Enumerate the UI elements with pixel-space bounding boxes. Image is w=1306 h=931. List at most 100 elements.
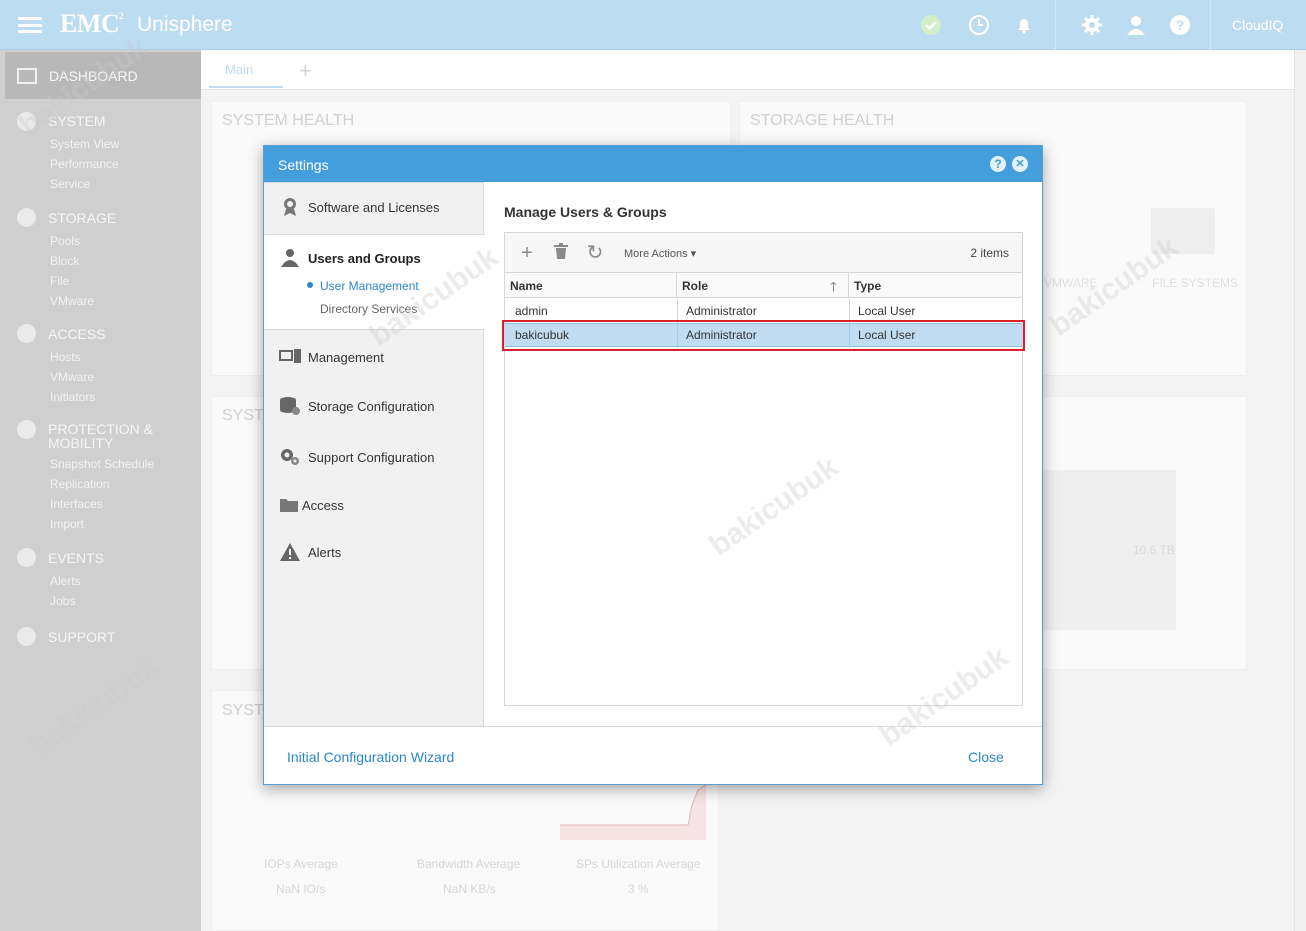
tab-main[interactable]: Main bbox=[209, 50, 283, 88]
column-header-role[interactable]: Role bbox=[677, 273, 849, 298]
settings-nav-storage-configuration[interactable]: Storage Configuration bbox=[264, 391, 484, 421]
column-header-type[interactable]: Type bbox=[849, 273, 1022, 298]
warning-triangle-icon bbox=[279, 542, 301, 562]
top-bar: EMC2 Unisphere ? CloudIQ bbox=[0, 0, 1306, 50]
settings-nav-alerts[interactable]: Alerts bbox=[264, 537, 484, 567]
user-icon[interactable] bbox=[1123, 12, 1149, 38]
brand-logo: EMC2 bbox=[60, 9, 124, 38]
sidebar-item-snapshot-schedule[interactable]: Snapshot Schedule bbox=[50, 457, 154, 471]
cell-role: Administrator bbox=[686, 328, 757, 342]
sidebar-group-support[interactable]: SUPPORT bbox=[48, 630, 115, 644]
protection-shield-icon bbox=[17, 420, 36, 439]
table-row-selected[interactable]: bakicubuk Administrator Local User bbox=[505, 323, 1022, 348]
management-monitor-icon bbox=[279, 347, 301, 367]
sidebar-item-block[interactable]: Block bbox=[50, 254, 79, 268]
settings-nav: Software and Licenses Users and Groups U… bbox=[264, 182, 485, 726]
add-user-icon[interactable]: + bbox=[517, 243, 537, 263]
sidebar-item-initiators[interactable]: Initiators bbox=[50, 390, 95, 404]
iops-average-value: NaN IO/s bbox=[276, 882, 326, 896]
sidebar-item-service[interactable]: Service bbox=[50, 177, 90, 191]
health-check-icon[interactable] bbox=[918, 12, 944, 38]
tab-bar: Main + bbox=[201, 50, 1294, 90]
folder-icon bbox=[278, 495, 300, 515]
sidebar-item-replication[interactable]: Replication bbox=[50, 477, 109, 491]
access-icon bbox=[17, 324, 36, 343]
sidebar-item-vmware-access[interactable]: VMware bbox=[50, 370, 94, 384]
cell-role: Administrator bbox=[686, 304, 757, 318]
settings-nav-management[interactable]: Management bbox=[264, 342, 484, 372]
sidebar-item-interfaces[interactable]: Interfaces bbox=[50, 497, 103, 511]
cell-type: Local User bbox=[858, 328, 916, 342]
sidebar-item-vmware-storage[interactable]: VMware bbox=[50, 294, 94, 308]
sidebar-item-jobs[interactable]: Jobs bbox=[50, 594, 75, 608]
file-systems-tile-label: FILE SYSTEMS bbox=[1152, 276, 1239, 290]
column-header-name[interactable]: Name bbox=[505, 273, 677, 298]
dashboard-icon bbox=[17, 67, 37, 84]
sidebar-group-access[interactable]: ACCESS bbox=[48, 327, 106, 341]
sidebar: DASHBOARD SYSTEM System View Performance… bbox=[0, 50, 201, 931]
initial-configuration-wizard-link[interactable]: Initial Configuration Wizard bbox=[287, 749, 454, 765]
sidebar-group-events[interactable]: EVENTS bbox=[48, 551, 104, 565]
sidebar-group-protection[interactable]: PROTECTION & bbox=[48, 422, 153, 436]
settings-nav-directory-services[interactable]: Directory Services bbox=[320, 302, 417, 316]
sp-utilization-label: SPs Utilization Average bbox=[576, 857, 701, 871]
system-capacity-title: SYST bbox=[222, 407, 264, 424]
dialog-footer: Initial Configuration Wizard Close bbox=[264, 726, 1042, 784]
sidebar-item-performance[interactable]: Performance bbox=[50, 157, 119, 171]
dialog-help-icon[interactable]: ? bbox=[990, 156, 1006, 172]
sidebar-group-protection-line2: MOBILITY bbox=[48, 435, 114, 451]
table-row[interactable]: admin Administrator Local User bbox=[505, 299, 1022, 323]
more-actions-menu[interactable]: More Actions ▾ bbox=[624, 247, 696, 260]
sort-arrow-up-icon[interactable]: 🡑 bbox=[830, 278, 837, 300]
bandwidth-average-value: NaN KB/s bbox=[443, 882, 496, 896]
capacity-value: 10.6 TB bbox=[1133, 543, 1175, 557]
sp-utilization-value: 3 % bbox=[628, 882, 649, 896]
settings-gear-icon[interactable] bbox=[1079, 12, 1105, 38]
vmware-tile-label: VMWARE bbox=[1044, 276, 1098, 290]
system-health-title: SYSTEM HEALTH bbox=[222, 112, 355, 129]
main-scrollbar[interactable] bbox=[1294, 50, 1306, 931]
sidebar-item-system-view[interactable]: System View bbox=[50, 137, 119, 151]
jobs-clock-icon[interactable] bbox=[966, 12, 992, 38]
sidebar-item-import[interactable]: Import bbox=[50, 517, 84, 531]
delete-trash-icon[interactable] bbox=[551, 243, 571, 263]
settings-nav-support-configuration[interactable]: Support Configuration bbox=[264, 442, 484, 472]
grid-header: Name Role 🡑 Type bbox=[505, 273, 1022, 298]
product-name: Unisphere bbox=[137, 13, 233, 36]
storage-config-icon bbox=[279, 396, 301, 416]
close-button[interactable]: Close bbox=[968, 749, 1004, 765]
grid-toolbar: + ↻ More Actions ▾ 2 items bbox=[505, 233, 1022, 273]
sidebar-group-storage[interactable]: STORAGE bbox=[48, 211, 116, 225]
cloudiq-link[interactable]: CloudIQ bbox=[1232, 17, 1283, 33]
alerts-bell-icon[interactable] bbox=[1011, 12, 1037, 38]
storage-icon bbox=[17, 208, 36, 227]
cell-name: bakicubuk bbox=[515, 328, 570, 342]
cell-type: Local User bbox=[858, 304, 916, 318]
support-gears-icon bbox=[279, 447, 301, 467]
sidebar-item-dashboard[interactable]: DASHBOARD bbox=[5, 52, 201, 99]
settings-nav-user-management[interactable]: User Management bbox=[320, 279, 419, 293]
content-title: Manage Users & Groups bbox=[504, 204, 667, 220]
sidebar-item-hosts[interactable]: Hosts bbox=[50, 350, 81, 364]
dialog-header: Settings ? ✕ bbox=[264, 146, 1042, 182]
sidebar-group-system[interactable]: SYSTEM bbox=[48, 114, 106, 128]
dialog-title: Settings bbox=[278, 157, 329, 173]
help-icon[interactable]: ? bbox=[1167, 12, 1193, 38]
add-tab-button[interactable]: + bbox=[299, 58, 312, 84]
sidebar-item-pools[interactable]: Pools bbox=[50, 234, 80, 248]
settings-nav-access[interactable]: Access bbox=[264, 490, 484, 520]
item-count: 2 items bbox=[970, 246, 1009, 260]
sidebar-item-alerts[interactable]: Alerts bbox=[50, 574, 81, 588]
bandwidth-average-label: Bandwidth Average bbox=[417, 857, 521, 871]
users-group-icon bbox=[279, 248, 301, 268]
folder-icon bbox=[1151, 208, 1215, 254]
hamburger-menu-icon[interactable] bbox=[18, 17, 42, 33]
events-icon bbox=[17, 548, 36, 567]
settings-nav-software-licenses[interactable]: Software and Licenses bbox=[264, 192, 484, 222]
dialog-close-icon[interactable]: ✕ bbox=[1012, 156, 1028, 172]
settings-nav-users-groups[interactable]: Users and Groups bbox=[264, 244, 484, 272]
system-performance-title: SYST bbox=[222, 702, 264, 719]
sidebar-item-file[interactable]: File bbox=[50, 274, 69, 288]
refresh-icon[interactable]: ↻ bbox=[585, 243, 605, 263]
cell-name: admin bbox=[515, 304, 548, 318]
